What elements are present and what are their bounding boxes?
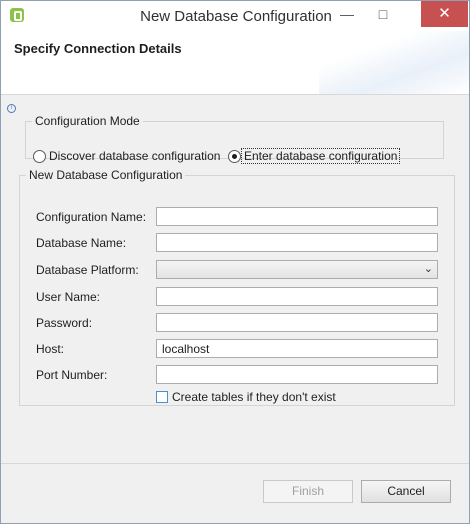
host-input[interactable]: localhost (156, 339, 438, 358)
password-label: Password: (36, 316, 93, 330)
finish-button[interactable]: Finish (263, 480, 353, 503)
radio-icon[interactable] (33, 150, 46, 163)
radio-selected-icon[interactable] (228, 150, 241, 163)
finish-label: Finish (291, 484, 324, 498)
header-banner-graphic (319, 31, 469, 94)
configuration-mode-group: Configuration Mode Discover database con… (25, 114, 444, 164)
user-name-label: User Name: (36, 290, 101, 304)
new-database-configuration-legend: New Database Configuration (29, 168, 183, 182)
cancel-button[interactable]: Cancel (361, 480, 451, 503)
new-database-configuration-group: New Database Configuration Configuration… (19, 168, 455, 406)
dialog-window: New Database Configuration — □ ✕ Specify… (0, 0, 470, 524)
maximize-icon[interactable]: □ (361, 1, 405, 27)
database-name-label: Database Name: (36, 236, 127, 250)
close-button[interactable]: ✕ (421, 1, 468, 27)
host-value: localhost (162, 342, 210, 356)
create-tables-label[interactable]: Create tables if they don't exist (172, 390, 336, 404)
footer-divider (1, 463, 469, 464)
configuration-name-input[interactable] (156, 207, 438, 226)
database-platform-label: Database Platform: (36, 263, 139, 277)
port-number-label: Port Number: (36, 368, 108, 382)
host-label: Host: (36, 342, 65, 356)
configuration-name-label: Configuration Name: (36, 210, 147, 224)
cancel-label: Cancel (387, 484, 425, 498)
discover-config-label[interactable]: Discover database configuration (49, 149, 220, 163)
chevron-down-icon[interactable]: ⌄ (424, 262, 433, 275)
configuration-mode-legend: Configuration Mode (35, 114, 140, 128)
info-icon: i (7, 104, 16, 113)
page-title: Specify Connection Details (14, 41, 182, 56)
database-platform-select[interactable]: ⌄ (156, 260, 438, 279)
enter-config-label[interactable]: Enter database configuration (240, 148, 401, 164)
user-name-input[interactable] (156, 287, 438, 306)
create-tables-checkbox[interactable] (156, 391, 168, 403)
wizard-header: Specify Connection Details (1, 31, 469, 95)
password-input[interactable] (156, 313, 438, 332)
title-bar[interactable]: New Database Configuration — □ ✕ (1, 1, 469, 31)
database-name-input[interactable] (156, 233, 438, 252)
port-number-input[interactable] (156, 365, 438, 384)
